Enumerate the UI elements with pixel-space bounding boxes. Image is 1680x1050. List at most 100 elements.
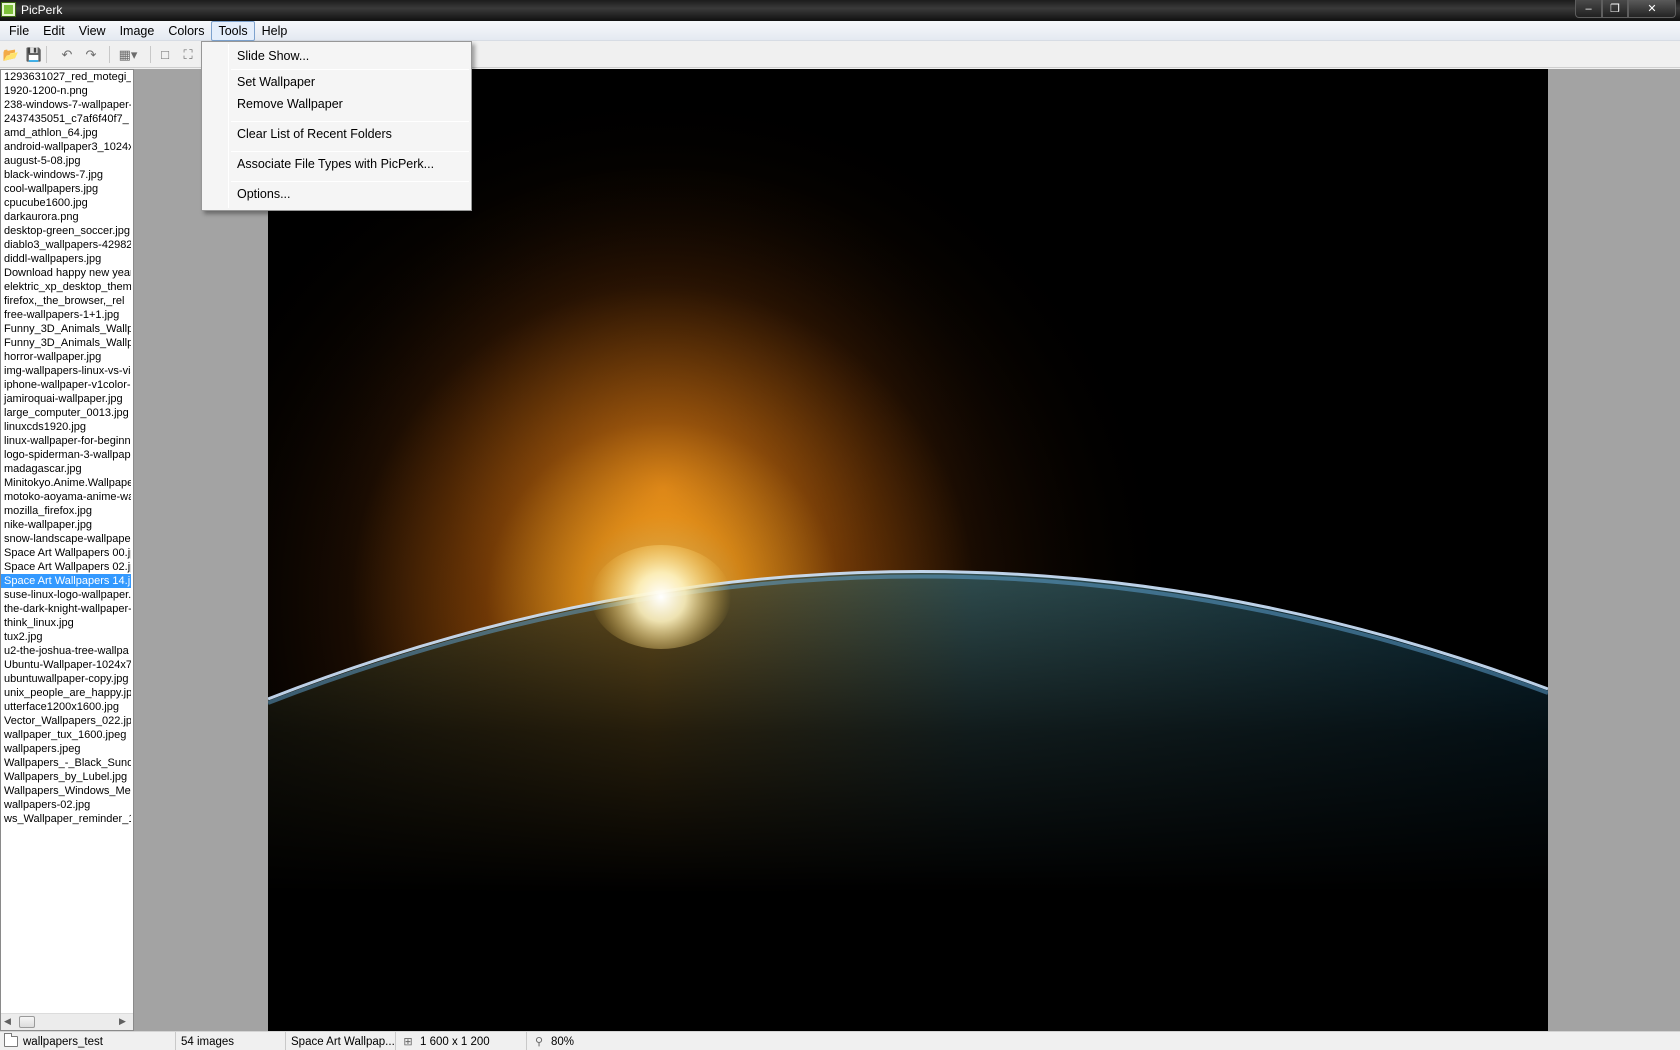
file-list-item[interactable]: the-dark-knight-wallpaper- bbox=[1, 602, 131, 616]
file-list-item[interactable]: black-windows-7.jpg bbox=[1, 168, 131, 182]
image-viewer[interactable] bbox=[134, 69, 1680, 1031]
file-list-item[interactable]: iphone-wallpaper-v1color-l bbox=[1, 378, 131, 392]
file-list-item[interactable]: 238-windows-7-wallpaper- bbox=[1, 98, 131, 112]
file-list-item[interactable]: nike-wallpaper.jpg bbox=[1, 518, 131, 532]
menu-view[interactable]: View bbox=[72, 21, 113, 41]
file-list-item[interactable]: 1293631027_red_motegi_ bbox=[1, 70, 131, 84]
file-list-item[interactable]: Space Art Wallpapers 00.jp bbox=[1, 546, 131, 560]
file-list-item[interactable]: 1920-1200-n.png bbox=[1, 84, 131, 98]
file-list-item[interactable]: cpucube1600.jpg bbox=[1, 196, 131, 210]
maximize-button[interactable]: ❐ bbox=[1602, 0, 1628, 18]
file-list-item[interactable]: jamiroquai-wallpaper.jpg bbox=[1, 392, 131, 406]
menu-help[interactable]: Help bbox=[255, 21, 295, 41]
file-list-item[interactable]: suse-linux-logo-wallpaper. bbox=[1, 588, 131, 602]
toolbar-separator bbox=[46, 46, 47, 63]
menu-image[interactable]: Image bbox=[113, 21, 162, 41]
file-list-items: 1293631027_red_motegi_ 1920-1200-n.png 238… bbox=[1, 70, 133, 826]
file-list-item[interactable]: img-wallpapers-linux-vs-vis bbox=[1, 364, 131, 378]
file-list-item[interactable]: diddl-wallpapers.jpg bbox=[1, 252, 131, 266]
menu-separator bbox=[231, 151, 469, 152]
menu-item-slide-show[interactable]: Slide Show... bbox=[204, 46, 469, 66]
folder-icon bbox=[4, 1033, 18, 1048]
file-list-item[interactable]: Wallpapers_by_Lubel.jpg bbox=[1, 770, 131, 784]
file-list-item[interactable]: darkaurora.png bbox=[1, 210, 131, 224]
file-list-item[interactable]: cool-wallpapers.jpg bbox=[1, 182, 131, 196]
file-list-item[interactable]: wallpapers.jpeg bbox=[1, 742, 131, 756]
menu-file[interactable]: File bbox=[2, 21, 36, 41]
file-list-item[interactable]: Funny_3D_Animals_Wallpa bbox=[1, 322, 131, 336]
menu-tools[interactable]: Tools bbox=[211, 20, 255, 41]
file-list-item[interactable]: Space Art Wallpapers 14.j bbox=[1, 574, 131, 588]
file-list-item[interactable]: firefox,_the_browser,_rel bbox=[1, 294, 131, 308]
file-list-item[interactable]: amd_athlon_64.jpg bbox=[1, 126, 131, 140]
open-folder-icon[interactable]: 📂 bbox=[2, 46, 20, 63]
file-list-item[interactable]: snow-landscape-wallpaper bbox=[1, 532, 131, 546]
status-file: Space Art Wallpap... bbox=[287, 1032, 396, 1050]
file-list-item[interactable]: madagascar.jpg bbox=[1, 462, 131, 476]
menu-bar: File Edit View Image Colors Tools Help bbox=[0, 20, 1680, 41]
file-list-item[interactable]: desktop-green_soccer.jpg bbox=[1, 224, 131, 238]
close-button[interactable]: ✕ bbox=[1628, 0, 1676, 18]
scroll-left-icon[interactable]: ◀ bbox=[4, 1016, 11, 1027]
file-list-item[interactable]: tux2.jpg bbox=[1, 630, 131, 644]
title-bar: PicPerk – ❐ ✕ bbox=[0, 0, 1680, 21]
file-list-item[interactable]: august-5-08.jpg bbox=[1, 154, 131, 168]
wallpaper-image bbox=[268, 69, 1548, 1031]
space-sunrise-image bbox=[268, 69, 1548, 1031]
file-list-item[interactable]: logo-spiderman-3-wallpape bbox=[1, 448, 131, 462]
menu-item-set-wallpaper[interactable]: Set Wallpaper bbox=[204, 72, 469, 92]
file-list-item[interactable]: utterface1200x1600.jpg bbox=[1, 700, 131, 714]
menu-edit[interactable]: Edit bbox=[36, 21, 72, 41]
file-list-item[interactable]: wallpapers-02.jpg bbox=[1, 798, 131, 812]
menu-item-clear-list-of-recent-folders[interactable]: Clear List of Recent Folders bbox=[204, 124, 469, 144]
tools-dropdown-menu: Slide Show... Set Wallpaper Remove Wallpap… bbox=[201, 41, 472, 211]
minimize-button[interactable]: – bbox=[1575, 0, 1602, 18]
status-folder: wallpapers_test bbox=[0, 1032, 176, 1050]
file-list-item[interactable]: free-wallpapers-1+1.jpg bbox=[1, 308, 131, 322]
file-list-item[interactable]: ws_Wallpaper_reminder_1 bbox=[1, 812, 131, 826]
fullscreen-icon[interactable]: ⛶ bbox=[179, 46, 197, 63]
status-file-name: Space Art Wallpap... bbox=[291, 1035, 395, 1048]
file-list-item[interactable]: Minitokyo.Anime.Wallpape bbox=[1, 476, 131, 490]
file-list-item[interactable]: linuxcds1920.jpg bbox=[1, 420, 131, 434]
file-list-item[interactable]: diablo3_wallpapers-42982 bbox=[1, 238, 131, 252]
file-list-item[interactable]: u2-the-joshua-tree-wallpa bbox=[1, 644, 131, 658]
file-list-item[interactable]: 2437435051_c7af6f40f7_ bbox=[1, 112, 131, 126]
file-list-item[interactable]: Space Art Wallpapers 02.jp bbox=[1, 560, 131, 574]
file-list-item[interactable]: mozilla_firefox.jpg bbox=[1, 504, 131, 518]
undo-icon[interactable]: ↶ bbox=[58, 46, 76, 63]
window-controls: – ❐ ✕ bbox=[1575, 0, 1676, 18]
redo-icon[interactable]: ↷ bbox=[82, 46, 100, 63]
file-list[interactable]: 1293631027_red_motegi_ 1920-1200-n.png 238… bbox=[0, 69, 134, 1031]
status-folder-name: wallpapers_test bbox=[23, 1035, 103, 1048]
save-icon[interactable]: 💾 bbox=[25, 46, 43, 63]
file-list-item[interactable]: think_linux.jpg bbox=[1, 616, 131, 630]
dimensions-icon: ⊞ bbox=[403, 1036, 413, 1048]
file-list-item[interactable]: wallpaper_tux_1600.jpeg bbox=[1, 728, 131, 742]
scrollbar-thumb[interactable] bbox=[19, 1016, 35, 1028]
actual-size-icon[interactable]: □ bbox=[156, 46, 174, 63]
file-list-item[interactable]: android-wallpaper3_1024x bbox=[1, 140, 131, 154]
horizontal-scrollbar[interactable]: ◀ ▶ bbox=[1, 1013, 133, 1030]
file-list-item[interactable]: Wallpapers_-_Black_Sunda bbox=[1, 756, 131, 770]
menu-item-associate-file-types-with-picperk[interactable]: Associate File Types with PicPerk... bbox=[204, 154, 469, 174]
file-list-item[interactable]: Funny_3D_Animals_Wallpa bbox=[1, 336, 131, 350]
file-list-item[interactable]: Vector_Wallpapers_022.jp bbox=[1, 714, 131, 728]
file-list-item[interactable]: unix_people_are_happy.jp bbox=[1, 686, 131, 700]
file-list-item[interactable]: Download happy new year bbox=[1, 266, 131, 280]
file-list-item[interactable]: Ubuntu-Wallpaper-1024x7 bbox=[1, 658, 131, 672]
layout-dropdown-icon[interactable]: ▦▾ bbox=[115, 46, 141, 63]
file-list-item[interactable]: linux-wallpaper-for-beginn bbox=[1, 434, 131, 448]
file-list-item[interactable]: ubuntuwallpaper-copy.jpg bbox=[1, 672, 131, 686]
file-list-item[interactable]: large_computer_0013.jpg bbox=[1, 406, 131, 420]
file-list-item[interactable]: elektric_xp_desktop_them bbox=[1, 280, 131, 294]
toolbar-separator bbox=[109, 46, 110, 63]
menu-item-options[interactable]: Options... bbox=[204, 184, 469, 204]
toolbar-separator bbox=[150, 46, 151, 63]
scroll-right-icon[interactable]: ▶ bbox=[119, 1016, 126, 1027]
menu-colors[interactable]: Colors bbox=[161, 21, 211, 41]
file-list-item[interactable]: horror-wallpaper.jpg bbox=[1, 350, 131, 364]
menu-item-remove-wallpaper[interactable]: Remove Wallpaper bbox=[204, 94, 469, 114]
file-list-item[interactable]: motoko-aoyama-anime-wa bbox=[1, 490, 131, 504]
file-list-item[interactable]: Wallpapers_Windows_Mes bbox=[1, 784, 131, 798]
